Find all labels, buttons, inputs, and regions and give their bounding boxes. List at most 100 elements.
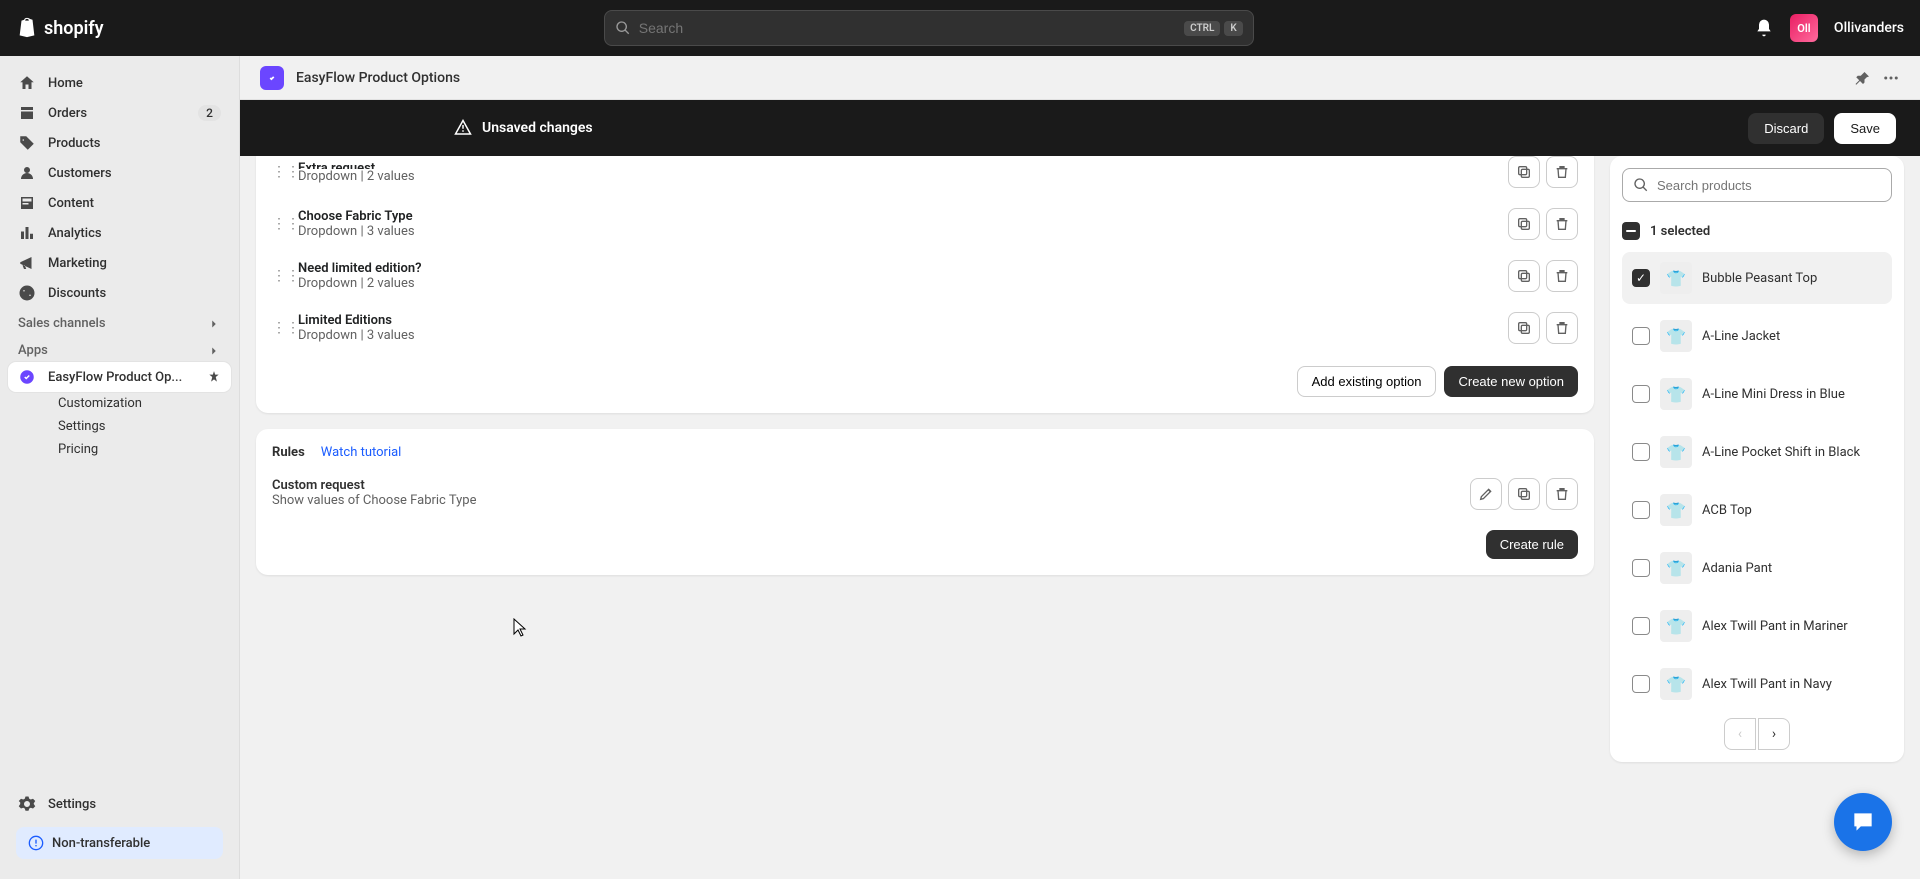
product-thumb: 👕 [1660, 668, 1692, 700]
search-box[interactable]: CTRL K [604, 10, 1254, 46]
options-actions: Add existing option Create new option [272, 366, 1578, 397]
next-page-button[interactable]: › [1758, 718, 1790, 750]
option-row: ⋮⋮ Need limited edition? Dropdown | 2 va… [272, 250, 1578, 302]
product-name: A-Line Mini Dress in Blue [1702, 387, 1845, 402]
app-header: EasyFlow Product Options [240, 56, 1920, 100]
sidebar-app-easyflow[interactable]: EasyFlow Product Op... [8, 362, 231, 392]
subnav-customization[interactable]: Customization [48, 392, 231, 415]
app-header-actions [1854, 69, 1900, 87]
drag-handle-icon[interactable]: ⋮⋮ [272, 268, 286, 284]
search-wrap: CTRL K [120, 10, 1738, 46]
drag-handle-icon[interactable]: ⋮⋮ [272, 164, 286, 180]
product-checkbox[interactable] [1632, 559, 1650, 577]
product-item[interactable]: 👕 A-Line Pocket Shift in Black [1622, 426, 1892, 478]
create-new-option-button[interactable]: Create new option [1444, 366, 1578, 397]
topbar-right: Oll Ollivanders [1754, 14, 1904, 42]
product-thumb: 👕 [1660, 378, 1692, 410]
product-search-input[interactable] [1657, 178, 1881, 193]
non-transferable-badge[interactable]: Non-transferable [16, 827, 223, 859]
duplicate-button[interactable] [1508, 478, 1540, 510]
shopify-logo[interactable]: shopify [16, 16, 104, 40]
more-icon[interactable] [1882, 69, 1900, 87]
product-search[interactable] [1622, 168, 1892, 202]
create-rule-button[interactable]: Create rule [1486, 530, 1578, 559]
product-thumb: 👕 [1660, 494, 1692, 526]
product-thumb: 👕 [1660, 320, 1692, 352]
product-name: Alex Twill Pant in Mariner [1702, 619, 1848, 634]
delete-button[interactable] [1546, 478, 1578, 510]
save-bar: Unsaved changes Discard Save [240, 100, 1920, 156]
product-item[interactable]: 👕 A-Line Jacket [1622, 310, 1892, 362]
duplicate-button[interactable] [1508, 208, 1540, 240]
product-name: Adania Pant [1702, 561, 1772, 576]
chat-fab[interactable] [1834, 793, 1892, 851]
product-checkbox[interactable] [1632, 269, 1650, 287]
option-row: ⋮⋮ Extra request Dropdown | 2 values [272, 156, 1578, 198]
search-input[interactable] [639, 20, 1176, 36]
options-card: ⋮⋮ Extra request Dropdown | 2 values ⋮⋮ [256, 156, 1594, 413]
pin-icon[interactable] [1854, 69, 1872, 87]
delete-button[interactable] [1546, 156, 1578, 188]
nav-orders[interactable]: Orders2 [8, 98, 231, 128]
chevron-right-icon [207, 317, 221, 331]
delete-button[interactable] [1546, 312, 1578, 344]
prev-page-button[interactable]: ‹ [1724, 718, 1756, 750]
duplicate-button[interactable] [1508, 312, 1540, 344]
drag-handle-icon[interactable]: ⋮⋮ [272, 216, 286, 232]
rules-title: Rules [272, 445, 305, 460]
add-existing-option-button[interactable]: Add existing option [1297, 366, 1437, 397]
notifications-icon[interactable] [1754, 18, 1774, 38]
app-icon [260, 66, 284, 90]
search-icon [1633, 177, 1649, 193]
delete-button[interactable] [1546, 260, 1578, 292]
nav-marketing[interactable]: Marketing [8, 248, 231, 278]
nav-products[interactable]: Products [8, 128, 231, 158]
duplicate-button[interactable] [1508, 156, 1540, 188]
product-checkbox[interactable] [1632, 617, 1650, 635]
discard-button[interactable]: Discard [1748, 113, 1824, 144]
edit-button[interactable] [1470, 478, 1502, 510]
avatar[interactable]: Oll [1790, 14, 1818, 42]
product-name: Bubble Peasant Top [1702, 271, 1817, 286]
product-item[interactable]: 👕 ACB Top [1622, 484, 1892, 536]
product-thumb: 👕 [1660, 610, 1692, 642]
nav-customers[interactable]: Customers [8, 158, 231, 188]
pin-icon[interactable] [207, 370, 221, 384]
topbar: shopify CTRL K Oll Ollivanders [0, 0, 1920, 56]
main: EasyFlow Product Options Unsaved changes… [240, 56, 1920, 879]
section-sales-channels[interactable]: Sales channels [8, 308, 231, 335]
selected-count-row: 1 selected [1622, 214, 1892, 252]
drag-handle-icon[interactable]: ⋮⋮ [272, 320, 286, 336]
chevron-right-icon [207, 344, 221, 358]
section-apps[interactable]: Apps [8, 335, 231, 362]
product-checkbox[interactable] [1632, 443, 1650, 461]
duplicate-button[interactable] [1508, 260, 1540, 292]
option-row: ⋮⋮ Choose Fabric Type Dropdown | 3 value… [272, 198, 1578, 250]
orders-badge: 2 [198, 105, 221, 121]
watch-tutorial-link[interactable]: Watch tutorial [321, 445, 402, 460]
nav-content[interactable]: Content [8, 188, 231, 218]
subnav-pricing[interactable]: Pricing [48, 438, 231, 461]
product-item[interactable]: 👕 Alex Twill Pant in Navy [1622, 658, 1892, 710]
product-name: A-Line Jacket [1702, 329, 1780, 344]
product-checkbox[interactable] [1632, 327, 1650, 345]
product-item[interactable]: 👕 Adania Pant [1622, 542, 1892, 594]
nav-home[interactable]: Home [8, 68, 231, 98]
product-checkbox[interactable] [1632, 675, 1650, 693]
nav-analytics[interactable]: Analytics [8, 218, 231, 248]
product-item[interactable]: 👕 Bubble Peasant Top [1622, 252, 1892, 304]
delete-button[interactable] [1546, 208, 1578, 240]
product-thumb: 👕 [1660, 262, 1692, 294]
product-item[interactable]: 👕 Alex Twill Pant in Mariner [1622, 600, 1892, 652]
product-checkbox[interactable] [1632, 501, 1650, 519]
product-checkbox[interactable] [1632, 385, 1650, 403]
subnav-settings[interactable]: Settings [48, 415, 231, 438]
indeterminate-checkbox[interactable] [1622, 222, 1640, 240]
nav-discounts[interactable]: Discounts [8, 278, 231, 308]
product-item[interactable]: 👕 A-Line Mini Dress in Blue [1622, 368, 1892, 420]
username[interactable]: Ollivanders [1834, 20, 1904, 36]
save-button[interactable]: Save [1834, 113, 1896, 144]
app-title: EasyFlow Product Options [296, 70, 460, 86]
content-main: ⋮⋮ Extra request Dropdown | 2 values ⋮⋮ [240, 156, 1610, 879]
nav-settings[interactable]: Settings [8, 789, 231, 819]
